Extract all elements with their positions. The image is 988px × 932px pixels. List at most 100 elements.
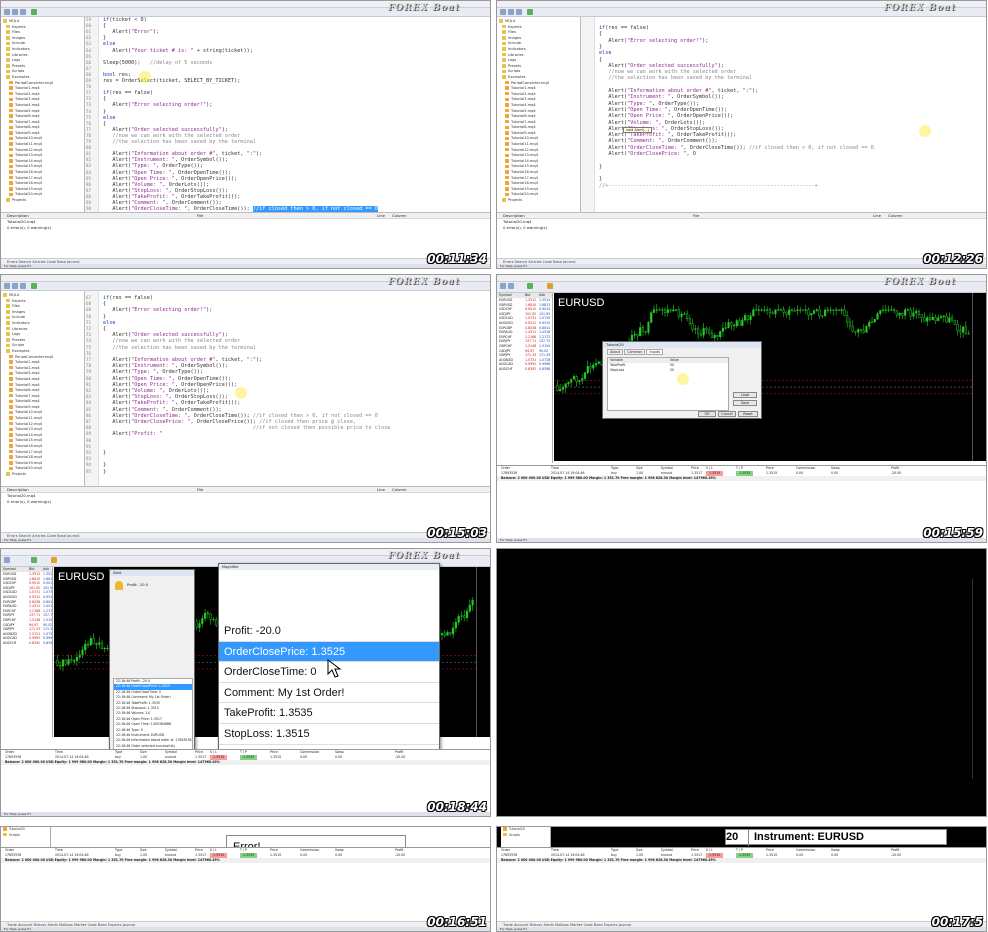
code-line[interactable]: } [599,44,602,50]
code-line[interactable]: else [103,115,116,121]
code-line[interactable]: { [103,326,106,332]
new-file-icon[interactable] [4,9,10,15]
tab-inputs[interactable]: Inputs [646,349,664,355]
tab-about[interactable]: About [607,349,624,355]
open-file-icon[interactable] [12,283,18,289]
code-line[interactable]: } [599,164,602,170]
code-line[interactable]: Alert("Information about order #", ticke… [599,88,758,94]
toolbox-row[interactable]: 0 error(s), 0 warning(s) [1,225,490,231]
code-line[interactable]: Alert("Error selecting order!"); [599,38,708,44]
code-line[interactable]: Alert("Information about order #", ticke… [103,151,262,157]
code-line[interactable]: { [103,96,106,102]
cancel-button[interactable]: Cancel [718,411,736,417]
code-line[interactable]: Alert("TakeProfit: ", OrderTakeProfit())… [599,132,736,138]
code-line[interactable]: Sleep(5000); //delay of 5 seconds [103,60,212,66]
code-line[interactable]: if(res == false) [103,295,153,301]
auto-trading-icon[interactable] [547,283,553,289]
code-editor[interactable]: 59 if(ticket < 0) 60 {61 Alert("Error"); 62}… [85,17,490,212]
code-line[interactable]: Alert("Open Time: ", OrderOpenTime()); [103,170,231,176]
code-line[interactable]: //now we can work with the selected orde… [103,338,240,344]
new-chart-icon[interactable] [500,283,506,289]
inputs-table[interactable]: Variable Value TakeProfit 50 StopLoss 50 [607,357,729,411]
open-file-icon[interactable] [508,9,514,15]
toolbox-row[interactable]: 0 error(s), 0 warning(s) [1,499,490,505]
code-line[interactable]: //the selection has been saved by the te… [103,139,256,145]
code-line[interactable]: Alert("Type: ", OrderType()); [103,369,203,375]
code-line[interactable]: Alert("Order selected successfully"); [599,63,724,69]
navigator-item[interactable]: Projects [1,472,84,478]
save-icon[interactable] [516,9,522,15]
code-line[interactable]: Alert("Open Price: ", OrderOpenPrice()); [103,382,237,388]
code-line[interactable]: else [599,50,612,56]
code-line[interactable]: Alert("Error selecting order!"); [103,307,212,313]
code-line[interactable]: Alert("Open Time: ", OrderOpenTime()); [103,376,231,382]
code-line[interactable]: bool res; [103,72,131,78]
code-line[interactable]: Alert("StopLoss: ", OrderStopLoss()); [103,394,228,400]
market-watch-row[interactable]: AUDCHF 0.83920.8398 [497,367,552,372]
code-line[interactable]: //if not closed then possible price to c… [103,425,390,431]
code-line[interactable]: { [599,31,602,37]
code-line[interactable]: Alert("Order selected successfully"); [103,332,228,338]
new-file-icon[interactable] [4,283,10,289]
code-line[interactable]: Alert("Error selecting order!"); [103,102,212,108]
code-line[interactable]: Alert("Open Price: ", OrderOpenPrice()); [599,113,733,119]
code-line[interactable]: if(res == false) [103,90,153,96]
code-line[interactable]: Alert("Open Price: ", OrderOpenPrice()); [103,176,237,182]
load-button[interactable]: Load [733,392,757,398]
code-line[interactable]: //the selection has been saved by the te… [599,75,752,81]
navigator-item[interactable]: Projects [1,198,84,204]
new-order-icon[interactable] [527,283,533,289]
code-line[interactable]: { [599,57,602,63]
code-line[interactable]: Alert("Type: ", OrderType()); [103,163,203,169]
code-line[interactable]: Alert("OrderCloseTime: ", OrderCloseTime… [599,145,874,151]
code-line[interactable]: Alert("Type: ", OrderType()); [599,101,699,107]
code-line[interactable]: } [103,450,106,456]
compile-icon[interactable] [527,9,533,15]
code-line[interactable]: { [103,301,106,307]
navigator-item[interactable]: Projects [497,198,580,204]
code-line[interactable]: //+-------------------------------------… [599,183,818,189]
code-line[interactable]: Alert("StopLoss: ", OrderStopLoss()); [103,188,228,194]
code-line[interactable]: } [103,469,106,475]
code-line[interactable]: Alert("Profit: " [103,431,162,437]
auto-trading-icon[interactable] [51,557,57,563]
code-line[interactable]: Alert("Error"); [103,29,159,35]
code-line[interactable]: Alert("Volume: ", OrderLots()); [103,182,209,188]
code-line[interactable]: Alert("Your ticket # is: " + string(tick… [103,48,253,54]
market-watch-row[interactable]: AUDCHF 0.83920.8398 [1,641,52,646]
code-line[interactable]: { [103,23,106,29]
code-line[interactable]: else [103,320,116,326]
toolbox-row[interactable]: 0 error(s), 0 warning(s) [497,225,986,231]
save-icon[interactable] [20,283,26,289]
compile-icon[interactable] [31,9,37,15]
code-line[interactable]: Alert("Order selected successfully"); [103,127,228,133]
code-line[interactable]: if(res == false) [599,25,649,31]
new-file-icon[interactable] [500,9,506,15]
code-line[interactable]: } [103,109,106,115]
code-line[interactable]: Alert("Volume: ", OrderLots()); [103,388,209,394]
compile-icon[interactable] [31,283,37,289]
code-line[interactable]: Alert("Instrument: ", OrderSymbol()); [103,363,228,369]
code-line[interactable]: Alert("Open Time: ", OrderOpenTime()); [599,107,727,113]
code-line[interactable]: Alert("StopLoss: ", OrderStopLoss()); [599,126,724,132]
code-editor[interactable]: if(res == false){ Alert("Error selecting… [581,17,986,212]
code-line[interactable]: Alert("TakeProfit: ", OrderTakeProfit())… [103,400,240,406]
code-line[interactable]: Alert("Volume: ", OrderLots()); [599,120,705,126]
ok-button[interactable]: OK [698,411,716,417]
profiles-icon[interactable] [508,283,514,289]
code-line[interactable]: Alert("Instrument: ", OrderSymbol()); [103,157,228,163]
code-line[interactable]: Alert("OrderClosePrice: ", OrderClosePri… [103,419,356,425]
reset-button[interactable]: Reset [738,411,758,417]
new-chart-icon[interactable] [4,557,10,563]
save-button[interactable]: Save [733,400,757,406]
code-line[interactable]: } [103,462,106,468]
code-line[interactable]: Alert("Comment: ", OrderComment()); [103,407,221,413]
code-line[interactable]: Alert("Information about order #", ticke… [103,357,262,363]
tab-common[interactable]: Common [624,349,646,355]
input-row[interactable]: StopLoss 50 [608,368,728,373]
code-line[interactable]: Alert("OrderCloseTime: ", OrderCloseTime… [103,413,378,419]
code-line[interactable]: //now we can work with the selected orde… [103,133,240,139]
code-line[interactable]: //now we can work with the selected orde… [599,69,736,75]
code-line[interactable]: //the selection has been saved by the te… [103,345,256,351]
code-line[interactable]: else [103,41,116,47]
